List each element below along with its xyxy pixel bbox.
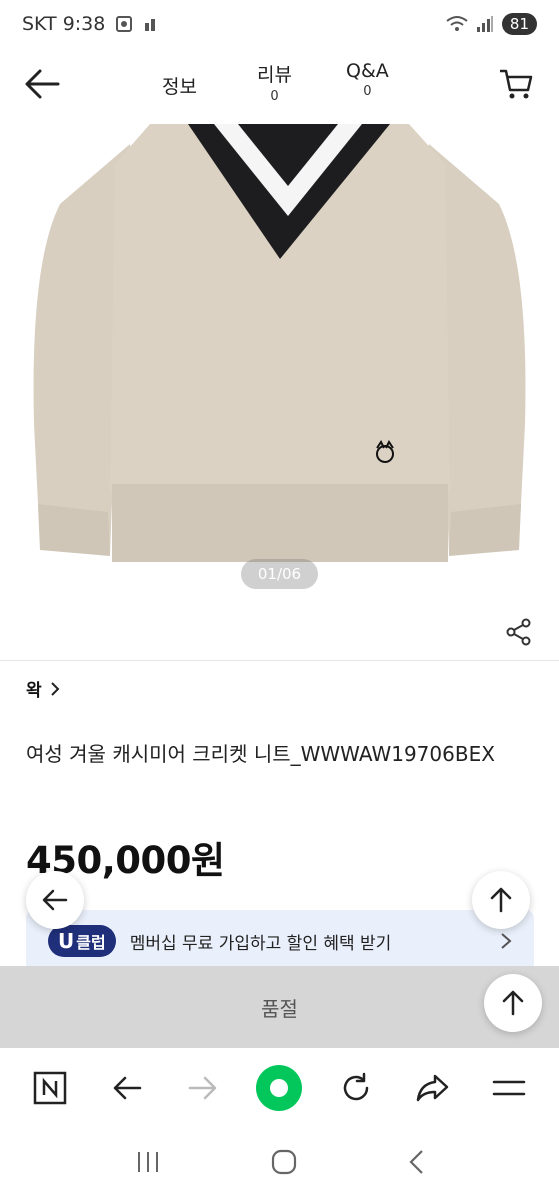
app-header: 정보 리뷰 0 Q&A 0 — [0, 48, 559, 124]
soldout-bar: 품절 — [0, 966, 559, 1048]
scroll-top-button-secondary[interactable] — [484, 974, 542, 1032]
home-button[interactable] — [270, 1148, 298, 1180]
recents-button[interactable] — [135, 1150, 161, 1178]
menu-button[interactable] — [484, 1063, 534, 1113]
wifi-icon — [446, 16, 468, 31]
back-arrow-icon — [25, 69, 60, 99]
browser-share-button[interactable] — [407, 1063, 457, 1113]
share-arrow-icon — [417, 1074, 449, 1102]
tab-qa[interactable]: Q&A 0 — [346, 60, 389, 99]
arrow-up-icon — [490, 887, 512, 913]
browser-forward-button[interactable] — [178, 1063, 228, 1113]
scroll-top-button[interactable] — [472, 871, 530, 929]
uclub-badge-text: 클럽 — [76, 933, 106, 952]
forward-icon — [188, 1076, 217, 1100]
home-icon — [271, 1149, 296, 1175]
chevron-right-icon — [50, 681, 60, 696]
browser-back-button[interactable] — [102, 1063, 152, 1113]
tab-qa-label: Q&A — [346, 60, 389, 82]
sweater-image — [33, 124, 526, 562]
signal-small-icon — [145, 19, 156, 31]
green-dot-button[interactable] — [254, 1063, 304, 1113]
tab-qa-count: 0 — [363, 84, 372, 99]
carrier-time: SKT 9:38 — [22, 13, 106, 35]
menu-icon — [492, 1080, 525, 1096]
soldout-label: 품절 — [261, 996, 298, 1021]
refresh-icon — [343, 1072, 369, 1101]
cart-icon — [500, 69, 533, 99]
divider — [0, 660, 559, 661]
arrow-up-icon — [502, 990, 524, 1016]
tab-review-label: 리뷰 — [257, 64, 292, 86]
tab-info[interactable]: 정보 — [162, 72, 197, 99]
battery-indicator: 81 — [501, 13, 537, 35]
brand-link[interactable]: 왁 — [26, 676, 60, 701]
screenshot-icon — [116, 16, 133, 32]
tab-review-count: 0 — [270, 89, 279, 104]
recents-icon — [137, 1152, 158, 1172]
chevron-right-icon — [501, 933, 512, 949]
share-button[interactable] — [505, 618, 533, 646]
tab-info-label: 정보 — [162, 76, 197, 98]
back-button[interactable] — [22, 66, 62, 102]
uclub-badge: U 클럽 — [48, 925, 116, 957]
floating-back-button[interactable] — [26, 871, 84, 929]
browser-toolbar — [0, 1048, 559, 1128]
chevron-left-icon — [408, 1150, 423, 1174]
back-arrow-icon — [113, 1076, 141, 1100]
gallery-pager: 01/06 — [241, 559, 318, 589]
system-back-button[interactable] — [407, 1148, 425, 1180]
refresh-button[interactable] — [331, 1063, 381, 1113]
share-icon — [506, 618, 531, 646]
product-title: 여성 겨울 캐시미어 크리켓 니트_WWWAW19706BEX — [26, 742, 495, 766]
status-bar: SKT 9:38 81 — [0, 0, 559, 48]
cell-signal-icon — [476, 16, 493, 32]
uclub-badge-letter: U — [58, 929, 75, 953]
brand-name: 왁 — [26, 681, 42, 701]
membership-banner[interactable]: U 클럽 멤버십 무료 가입하고 할인 혜택 받기 — [26, 910, 534, 972]
naver-home-button[interactable] — [25, 1063, 75, 1113]
product-image-gallery[interactable]: 01/06 — [0, 124, 559, 594]
back-arrow-icon — [42, 889, 68, 911]
tab-review[interactable]: 리뷰 0 — [257, 60, 292, 104]
green-dot-icon — [256, 1065, 303, 1111]
system-nav-bar — [0, 1128, 559, 1200]
membership-banner-text: 멤버십 무료 가입하고 할인 혜택 받기 — [129, 933, 392, 954]
naver-n-icon — [33, 1071, 67, 1105]
cart-button[interactable] — [497, 66, 535, 102]
